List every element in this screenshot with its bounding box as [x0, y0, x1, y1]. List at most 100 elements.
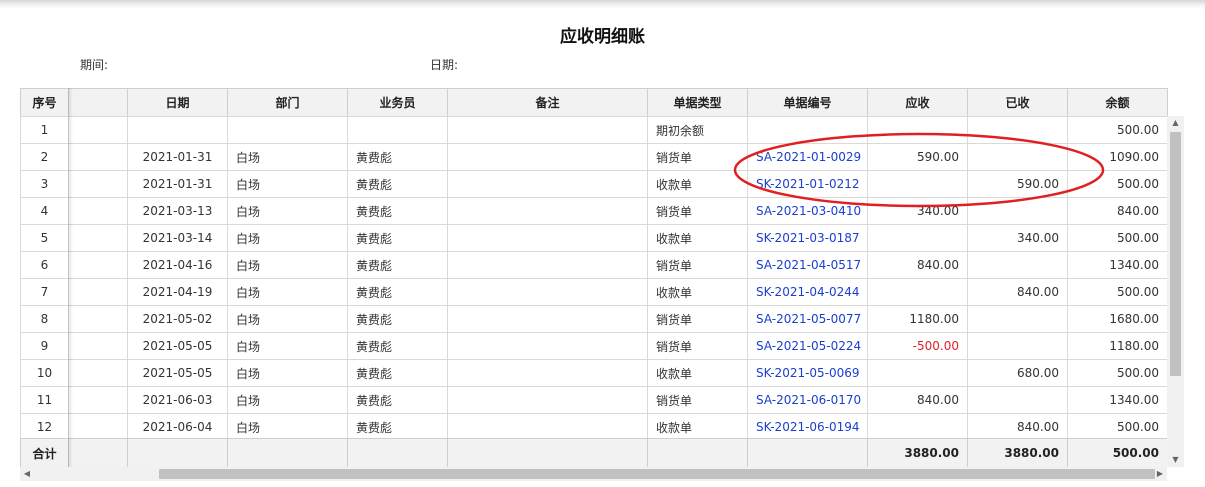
- horizontal-scroll-thumb[interactable]: [159, 469, 1155, 479]
- row-blank: [68, 386, 128, 414]
- table-row[interactable]: 8 2021-05-02 白场 黄费彪 销货单 SA-2021-05-0077 1180.0…: [20, 305, 1167, 333]
- row-receivable: 590.00: [867, 143, 968, 171]
- row-doc-no: SK-2021-06-0194: [747, 413, 868, 438]
- row-note: [447, 359, 648, 387]
- row-staff: 黄费彪: [347, 143, 448, 171]
- vertical-scroll-thumb[interactable]: [1170, 132, 1181, 376]
- arrow-up-icon[interactable]: ▲: [1167, 116, 1184, 130]
- row-note: [447, 251, 648, 279]
- row-doc-type: 销货单: [647, 305, 748, 333]
- row-balance: 840.00: [1067, 197, 1167, 225]
- row-dept: 白场: [227, 278, 348, 306]
- table-row[interactable]: 5 2021-03-14 白场 黄费彪 收款单 SK-2021-03-0187 340.00…: [20, 224, 1167, 252]
- row-dept: 白场: [227, 197, 348, 225]
- row-blank: [68, 278, 128, 306]
- row-no: 9: [20, 332, 69, 360]
- row-dept: 白场: [227, 359, 348, 387]
- row-date: 2021-03-14: [127, 224, 228, 252]
- row-blank: [68, 305, 128, 333]
- row-blank: [68, 197, 128, 225]
- row-balance: 1090.00: [1067, 143, 1167, 171]
- row-doc-no: SA-2021-06-0170: [747, 386, 868, 414]
- doc-number-link[interactable]: SK-2021-04-0244: [756, 285, 860, 299]
- row-date: 2021-05-02: [127, 305, 228, 333]
- doc-number-link[interactable]: SK-2021-06-0194: [756, 420, 860, 434]
- row-blank: [68, 359, 128, 387]
- period-field: 期间:: [80, 56, 112, 73]
- row-doc-no: SA-2021-03-0410: [747, 197, 868, 225]
- row-received: [967, 251, 1068, 279]
- table-row[interactable]: 1 期初余额 500.00: [20, 116, 1167, 144]
- row-note: [447, 143, 648, 171]
- row-staff: 黄费彪: [347, 197, 448, 225]
- row-date: 2021-06-03: [127, 386, 228, 414]
- col-header-staff[interactable]: 业务员: [347, 88, 448, 117]
- row-staff: 黄费彪: [347, 413, 448, 438]
- row-staff: 黄费彪: [347, 170, 448, 198]
- totals-label: 合计: [20, 438, 69, 467]
- row-balance: 500.00: [1067, 116, 1167, 144]
- row-receivable: 1180.00: [867, 305, 968, 333]
- table-row[interactable]: 2 2021-01-31 白场 黄费彪 销货单 SA-2021-01-0029 590.00…: [20, 143, 1167, 171]
- col-header-doc-no[interactable]: 单据编号: [747, 88, 868, 117]
- row-receivable: [867, 224, 968, 252]
- row-doc-no: [747, 116, 868, 144]
- row-dept: 白场: [227, 386, 348, 414]
- row-receivable: 840.00: [867, 251, 968, 279]
- row-blank: [68, 116, 128, 144]
- row-dept: 白场: [227, 413, 348, 438]
- row-doc-type: 收款单: [647, 413, 748, 438]
- doc-number-link[interactable]: SK-2021-05-0069: [756, 366, 860, 380]
- col-header-balance[interactable]: 余额: [1067, 88, 1168, 117]
- row-note: [447, 332, 648, 360]
- table-row[interactable]: 7 2021-04-19 白场 黄费彪 收款单 SK-2021-04-0244 840.00…: [20, 278, 1167, 306]
- row-blank: [68, 143, 128, 171]
- col-header-note[interactable]: 备注: [447, 88, 648, 117]
- row-blank: [68, 332, 128, 360]
- row-staff: 黄费彪: [347, 359, 448, 387]
- doc-number-link[interactable]: SA-2021-03-0410: [756, 204, 861, 218]
- row-date: 2021-03-13: [127, 197, 228, 225]
- row-staff: 黄费彪: [347, 332, 448, 360]
- arrow-left-icon[interactable]: ◀: [20, 467, 34, 481]
- doc-number-link[interactable]: SA-2021-04-0517: [756, 258, 861, 272]
- arrow-down-icon[interactable]: ▼: [1167, 453, 1184, 467]
- vertical-scrollbar[interactable]: ▲ ▼: [1167, 116, 1184, 467]
- grid-header: 序号 日期 部门 业务员 备注 单据类型 单据编号 应收 已收 余额: [20, 88, 1168, 117]
- row-note: [447, 413, 648, 438]
- table-row[interactable]: 3 2021-01-31 白场 黄费彪 收款单 SK-2021-01-0212 590.00…: [20, 170, 1167, 198]
- col-header-doc-type[interactable]: 单据类型: [647, 88, 748, 117]
- col-header-date[interactable]: 日期: [127, 88, 228, 117]
- row-doc-type: 收款单: [647, 278, 748, 306]
- date-field: 日期:: [430, 56, 462, 73]
- row-received: [967, 116, 1068, 144]
- table-row[interactable]: 11 2021-06-03 白场 黄费彪 销货单 SA-2021-06-0170 840.0…: [20, 386, 1167, 414]
- table-row[interactable]: 12 2021-06-04 白场 黄费彪 收款单 SK-2021-06-0194 840.0…: [20, 413, 1167, 438]
- col-header-no[interactable]: 序号: [20, 88, 69, 117]
- row-received: 340.00: [967, 224, 1068, 252]
- row-no: 3: [20, 170, 69, 198]
- row-receivable: 840.00: [867, 386, 968, 414]
- col-header-receivable[interactable]: 应收: [867, 88, 968, 117]
- row-staff: 黄费彪: [347, 278, 448, 306]
- table-row[interactable]: 4 2021-03-13 白场 黄费彪 销货单 SA-2021-03-0410 340.00…: [20, 197, 1167, 225]
- doc-number-link[interactable]: SK-2021-03-0187: [756, 231, 860, 245]
- doc-number-link[interactable]: SK-2021-01-0212: [756, 177, 860, 191]
- col-header-dept[interactable]: 部门: [227, 88, 348, 117]
- row-staff: 黄费彪: [347, 224, 448, 252]
- row-balance: 500.00: [1067, 359, 1167, 387]
- arrow-right-icon[interactable]: ▶: [1153, 467, 1167, 481]
- row-doc-no: SA-2021-05-0077: [747, 305, 868, 333]
- horizontal-scrollbar[interactable]: ◀ ▶: [20, 467, 1167, 481]
- table-row[interactable]: 10 2021-05-05 白场 黄费彪 收款单 SK-2021-05-0069 680.0…: [20, 359, 1167, 387]
- row-blank: [68, 170, 128, 198]
- doc-number-link[interactable]: SA-2021-05-0224: [756, 339, 861, 353]
- doc-number-link[interactable]: SA-2021-05-0077: [756, 312, 861, 326]
- table-row[interactable]: 6 2021-04-16 白场 黄费彪 销货单 SA-2021-04-0517 840.00…: [20, 251, 1167, 279]
- row-no: 1: [20, 116, 69, 144]
- row-receivable: [867, 278, 968, 306]
- table-row[interactable]: 9 2021-05-05 白场 黄费彪 销货单 SA-2021-05-0224 -500.0…: [20, 332, 1167, 360]
- doc-number-link[interactable]: SA-2021-06-0170: [756, 393, 861, 407]
- doc-number-link[interactable]: SA-2021-01-0029: [756, 150, 861, 164]
- col-header-received[interactable]: 已收: [967, 88, 1068, 117]
